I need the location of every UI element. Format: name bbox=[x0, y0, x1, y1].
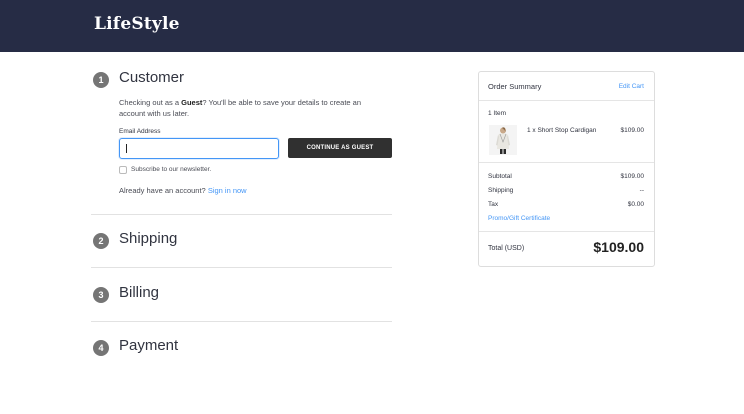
total-label: Total (USD) bbox=[488, 245, 525, 252]
step-number-badge: 2 bbox=[93, 233, 109, 249]
tax-value: $0.00 bbox=[627, 201, 644, 208]
item-price: $109.00 bbox=[620, 127, 645, 134]
brand-logo[interactable]: LifeStyle bbox=[94, 14, 180, 34]
guest-intro-text: Checking out as a Guest? You'll be able … bbox=[119, 98, 384, 119]
account-prompt-text: Already have an account? bbox=[119, 186, 206, 195]
subtotal-label: Subtotal bbox=[488, 173, 512, 180]
section-divider bbox=[91, 321, 392, 322]
step-number-badge: 3 bbox=[93, 287, 109, 303]
section-divider bbox=[91, 214, 392, 215]
text-caret bbox=[126, 144, 127, 153]
step-title-payment: Payment bbox=[119, 337, 179, 354]
summary-divider bbox=[479, 162, 654, 163]
cardigan-image-icon bbox=[489, 125, 517, 155]
email-field[interactable] bbox=[119, 138, 279, 159]
tax-label: Tax bbox=[488, 201, 499, 208]
sign-in-link[interactable]: Sign in now bbox=[208, 186, 247, 195]
newsletter-checkbox[interactable] bbox=[119, 166, 127, 174]
step-number-badge: 4 bbox=[93, 340, 109, 356]
order-summary-panel: Order Summary Edit Cart 1 Item 1 x Short… bbox=[478, 71, 655, 267]
newsletter-label: Subscribe to our newsletter. bbox=[131, 166, 212, 173]
email-label: Email Address bbox=[119, 128, 161, 135]
step-title-shipping: Shipping bbox=[119, 230, 178, 247]
promo-gift-certificate-link[interactable]: Promo/Gift Certificate bbox=[488, 215, 550, 222]
step-title-billing: Billing bbox=[119, 284, 160, 301]
shipping-value: -- bbox=[639, 187, 644, 194]
product-thumbnail bbox=[489, 125, 517, 155]
section-divider bbox=[91, 267, 392, 268]
site-header: LifeStyle bbox=[0, 0, 744, 52]
edit-cart-link[interactable]: Edit Cart bbox=[619, 83, 644, 90]
total-value: $109.00 bbox=[593, 239, 644, 255]
subtotal-value: $109.00 bbox=[620, 173, 645, 180]
item-count: 1 Item bbox=[488, 110, 507, 117]
step-number-badge: 1 bbox=[93, 72, 109, 88]
summary-divider bbox=[479, 231, 654, 232]
step-title-customer: Customer bbox=[119, 69, 185, 86]
item-name: 1 x Short Stop Cardigan bbox=[527, 127, 597, 134]
account-prompt: Already have an account? Sign in now bbox=[119, 186, 247, 195]
intro-bold: Guest bbox=[181, 98, 203, 107]
shipping-label: Shipping bbox=[488, 187, 514, 194]
order-summary-title: Order Summary bbox=[488, 82, 542, 91]
intro-prefix: Checking out as a bbox=[119, 98, 182, 107]
continue-as-guest-button[interactable]: CONTINUE AS GUEST bbox=[288, 138, 392, 158]
summary-divider bbox=[479, 100, 654, 101]
